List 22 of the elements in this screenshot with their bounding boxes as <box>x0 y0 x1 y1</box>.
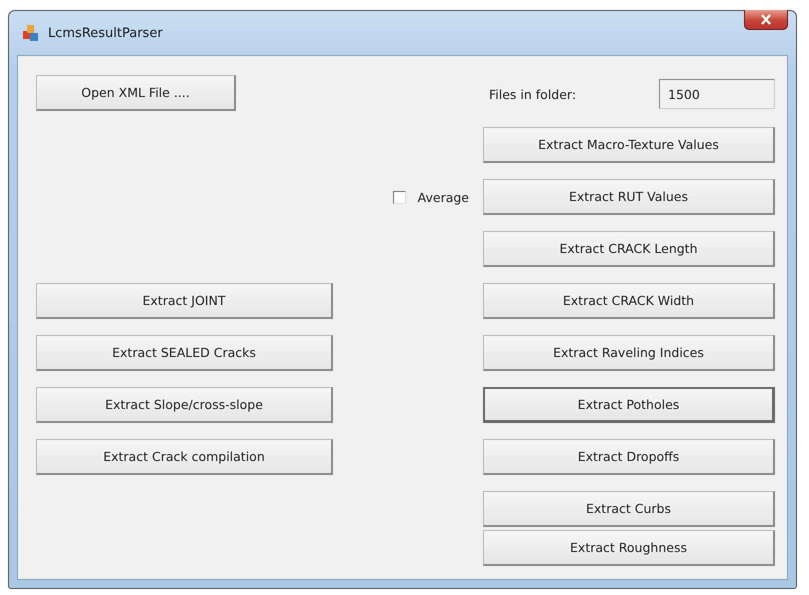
extract-button[interactable]: Extract Macro-Texture Values <box>483 127 775 163</box>
extract-button[interactable]: Extract Slope/cross-slope <box>36 387 333 423</box>
extract-button[interactable]: Extract RUT Values <box>483 179 775 215</box>
extract-button[interactable]: Extract CRACK Length <box>483 231 775 267</box>
average-label: Average <box>416 190 469 204</box>
extract-button[interactable]: Extract Crack compilation <box>36 439 333 475</box>
open-file-button[interactable]: Open XML File .... <box>36 75 236 111</box>
extract-button[interactable]: Extract SEALED Cracks <box>36 335 333 371</box>
close-button[interactable] <box>744 10 788 30</box>
close-icon <box>760 14 772 25</box>
files-in-folder-label: Files in folder: <box>488 86 576 102</box>
extract-button[interactable]: Extract Curbs <box>483 491 775 527</box>
extract-button[interactable]: Extract JOINT <box>36 283 333 319</box>
extract-button[interactable]: Extract Dropoffs <box>483 439 775 475</box>
extract-button[interactable]: Extract CRACK Width <box>483 283 775 319</box>
window-title: LcmsResultParser <box>48 26 164 40</box>
app-icon <box>21 23 41 43</box>
extract-button[interactable]: Extract Raveling Indices <box>483 335 775 371</box>
files-count-field[interactable]: 1500 <box>659 79 775 109</box>
extract-button[interactable]: Extract Potholes <box>483 387 775 423</box>
extract-button[interactable]: Extract Roughness <box>483 530 775 566</box>
average-checkbox[interactable] <box>392 190 406 204</box>
